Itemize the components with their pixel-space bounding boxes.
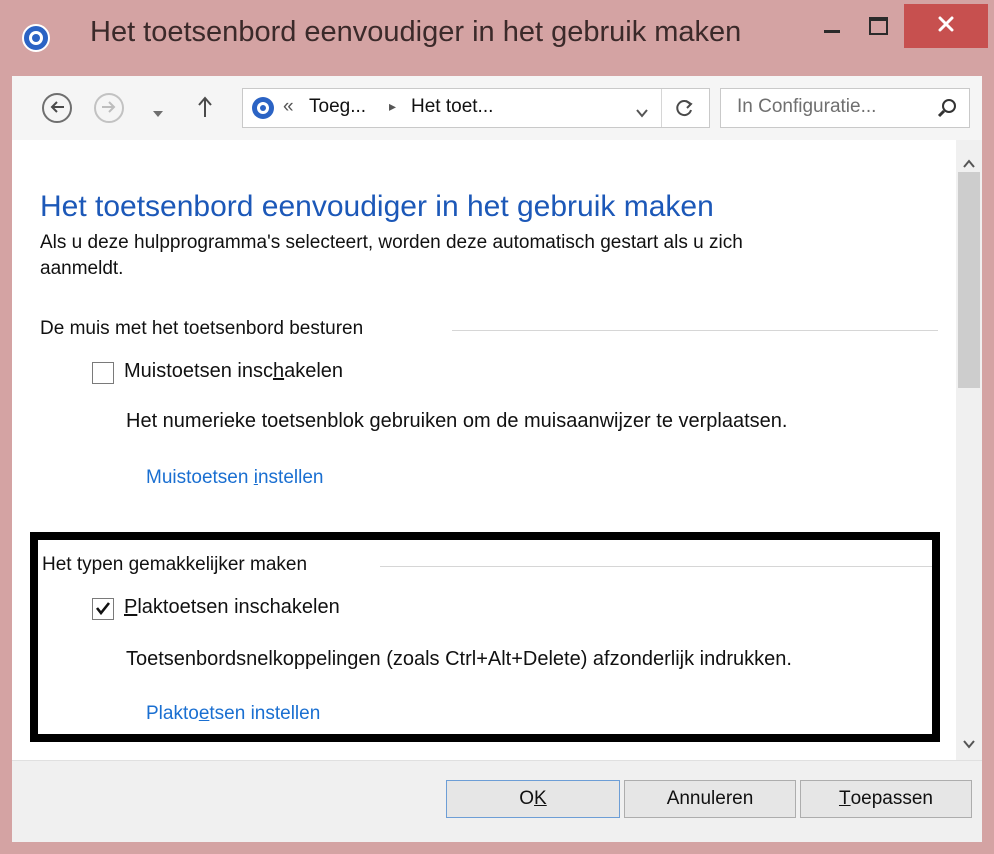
cancel-button[interactable]: Annuleren [624, 780, 796, 818]
minimize-icon [824, 29, 840, 33]
scrollbar-thumb[interactable] [958, 172, 980, 388]
minimize-button[interactable] [812, 4, 852, 48]
intro-text-line2: aanmeldt. [40, 258, 124, 279]
search-placeholder: In Configuratie... [737, 96, 877, 117]
refresh-icon[interactable] [673, 97, 695, 123]
breadcrumb-prefix: « [283, 96, 294, 117]
control-panel-icon [22, 24, 50, 52]
scroll-up-icon[interactable] [962, 154, 976, 173]
recent-pages-icon[interactable] [152, 103, 164, 122]
window: Het toetsenbord eenvoudiger in het gebru… [0, 0, 994, 854]
scroll-down-icon[interactable] [962, 734, 976, 753]
page-title: Het toetsenbord eenvoudiger in het gebru… [40, 190, 714, 223]
section-title-mouse: De muis met het toetsenbord besturen [40, 318, 364, 339]
back-icon [49, 99, 65, 118]
button-label: O [519, 788, 535, 809]
navigation-bar: « Toeg... ▸ Het toet... In Configuratie.… [12, 76, 982, 140]
maximize-icon [868, 17, 888, 35]
address-divider [661, 89, 662, 127]
window-title: Het toetsenbord eenvoudiger in het gebru… [90, 16, 742, 48]
button-label: Annuleren [666, 788, 754, 809]
mousekeys-settings-link[interactable]: Muistoetsen instellen [146, 467, 323, 489]
close-icon [938, 16, 954, 36]
address-bar[interactable]: « Toeg... ▸ Het toet... [242, 88, 710, 128]
link-text: Muistoetsen [146, 467, 254, 488]
apply-button[interactable]: Toepassen [800, 780, 972, 818]
access-key: K [534, 788, 547, 809]
breadcrumb-separator: ▸ [389, 98, 397, 114]
access-key: T [838, 788, 851, 809]
location-icon [251, 96, 275, 124]
breadcrumb-item[interactable]: Toeg... [309, 96, 366, 118]
label-text: akelen [284, 360, 344, 382]
button-label: oepassen [850, 788, 933, 809]
link-text: nstellen [257, 467, 324, 488]
maximize-button[interactable] [858, 4, 898, 48]
mousekeys-checkbox-label[interactable]: Muistoetsen inschakelen [124, 360, 343, 383]
vertical-scrollbar[interactable] [956, 140, 982, 760]
search-field[interactable]: In Configuratie... [720, 88, 970, 128]
mousekeys-checkbox[interactable] [92, 362, 114, 384]
close-button[interactable] [904, 4, 988, 48]
forward-button[interactable] [94, 93, 124, 123]
section-divider [452, 330, 938, 331]
up-icon[interactable] [198, 96, 212, 122]
intro-text-line1: Als u deze hulpprogramma's selecteert, w… [40, 232, 743, 253]
back-button[interactable] [42, 93, 72, 123]
forward-icon [101, 99, 117, 118]
highlight-frame [30, 532, 940, 742]
mousekeys-description: Het numerieke toetsenblok gebruiken om d… [126, 410, 788, 432]
title-bar[interactable]: Het toetsenbord eenvoudiger in het gebru… [0, 0, 994, 76]
ok-button[interactable]: OK [446, 780, 620, 818]
access-key: h [272, 360, 285, 382]
dropdown-icon[interactable] [635, 103, 649, 122]
search-icon[interactable] [937, 98, 957, 122]
breadcrumb-current[interactable]: Het toet... [411, 96, 493, 118]
label-text: Muistoetsen insc [124, 360, 273, 382]
